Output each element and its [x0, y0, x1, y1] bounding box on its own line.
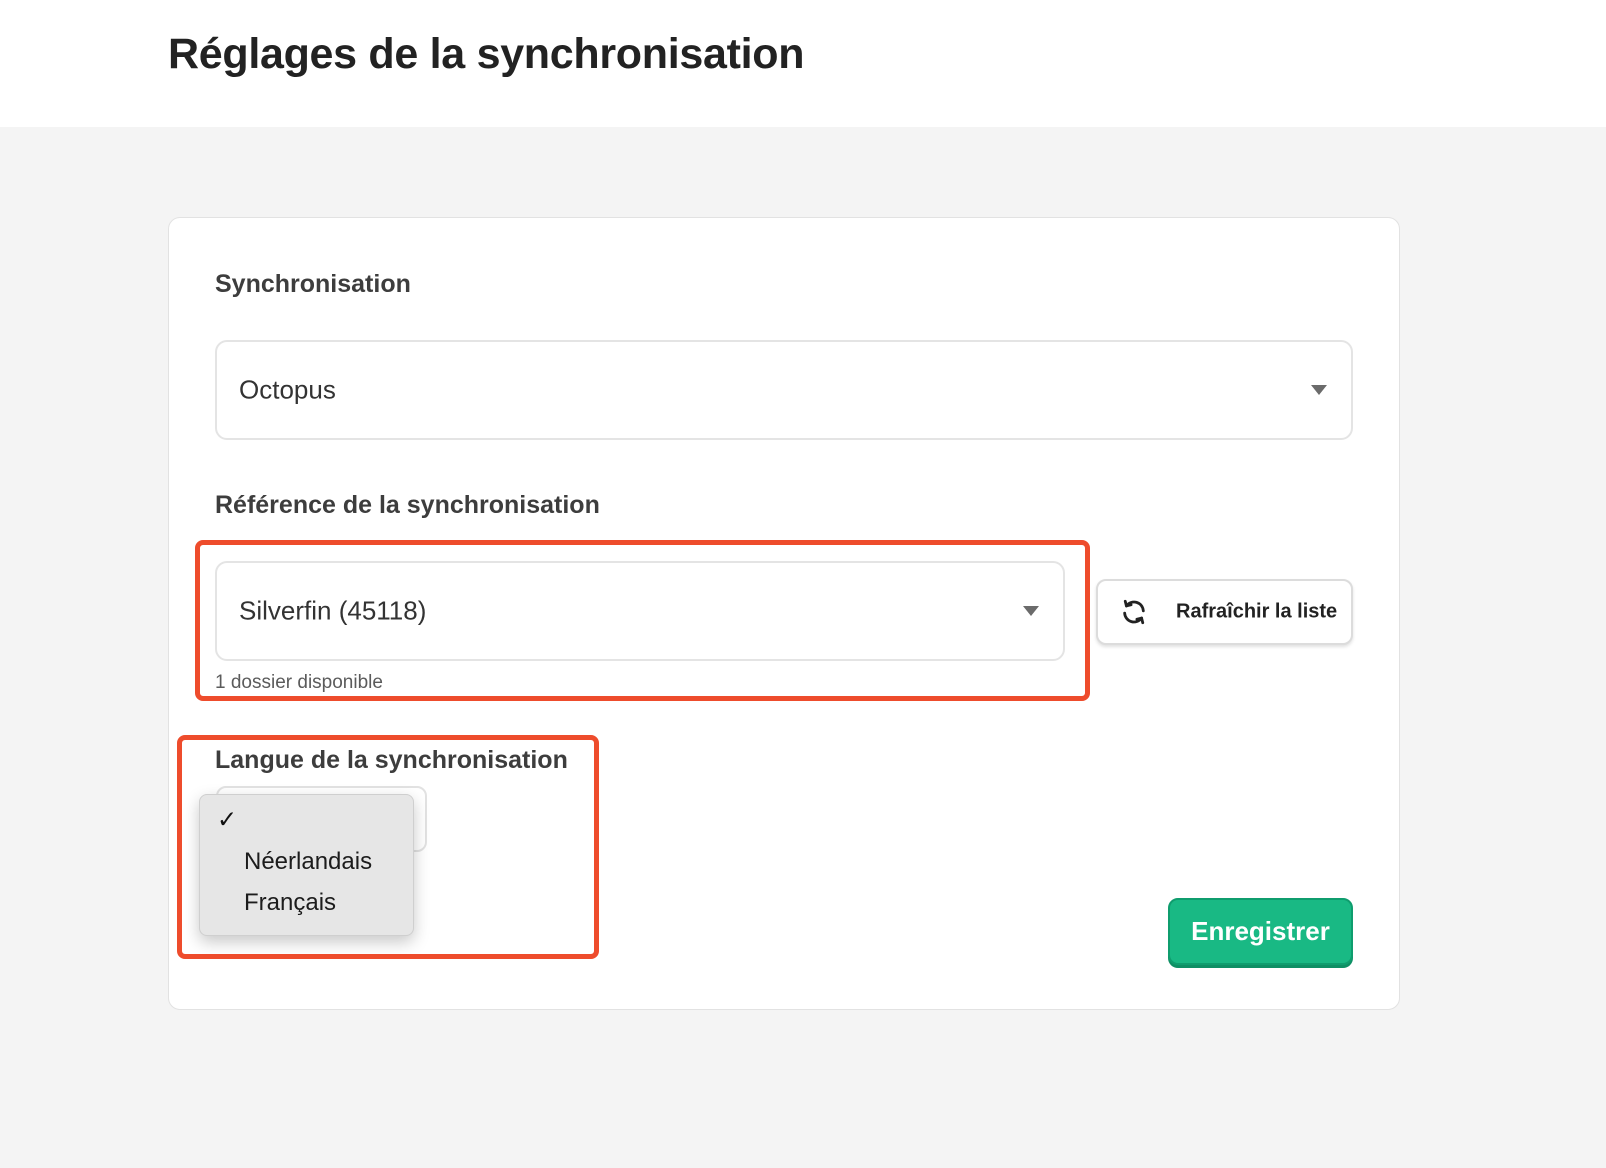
reference-label: Référence de la synchronisation	[215, 491, 600, 519]
refresh-icon	[1120, 598, 1148, 626]
sync-label: Synchronisation	[215, 270, 411, 298]
reference-helper-text: 1 dossier disponible	[215, 672, 383, 693]
language-dropdown-menu: ✓ Néerlandais Français	[199, 794, 414, 936]
reference-select[interactable]: Silverfin (45118)	[215, 561, 1065, 661]
chevron-down-icon	[1311, 385, 1327, 395]
save-button[interactable]: Enregistrer	[1168, 898, 1353, 965]
page-title: Réglages de la synchronisation	[168, 30, 805, 78]
checkmark-icon: ✓	[217, 806, 238, 834]
language-label: Langue de la synchronisation	[215, 746, 568, 774]
chevron-down-icon	[1023, 606, 1039, 616]
language-option-label: Français	[244, 889, 337, 916]
page-header: Réglages de la synchronisation	[0, 0, 1606, 127]
reference-select-value: Silverfin (45118)	[239, 595, 427, 626]
refresh-list-label: Rafraîchir la liste	[1176, 600, 1338, 623]
language-option-francais[interactable]: Français	[200, 884, 413, 922]
language-option-empty[interactable]: ✓	[200, 801, 413, 839]
language-option-neerlandais[interactable]: Néerlandais	[200, 843, 413, 881]
sync-select-value: Octopus	[239, 374, 336, 405]
sync-select[interactable]: Octopus	[215, 340, 1353, 440]
refresh-list-button[interactable]: Rafraîchir la liste	[1096, 579, 1353, 645]
language-option-label: Néerlandais	[244, 848, 373, 875]
